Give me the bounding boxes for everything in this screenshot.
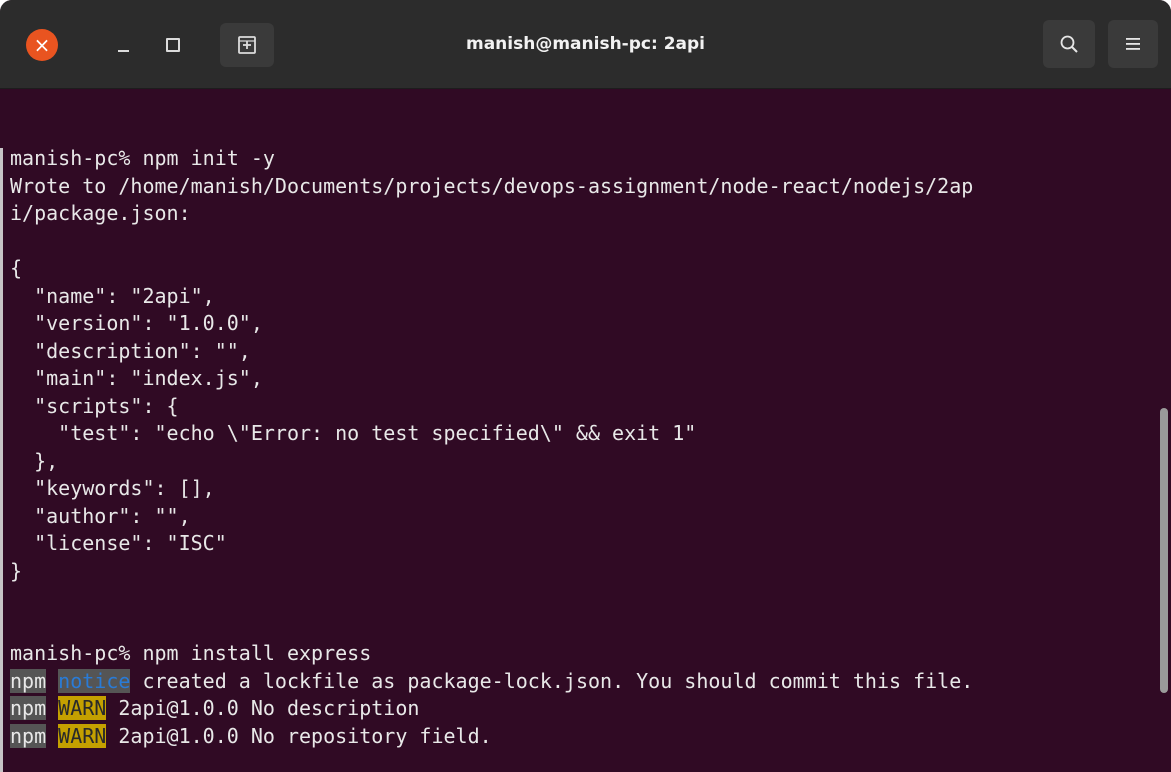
scrollbar-thumb[interactable] [1160, 408, 1168, 693]
search-button[interactable] [1043, 20, 1095, 68]
menu-button[interactable] [1108, 20, 1158, 68]
terminal-line: manish-pc% npm install express [10, 641, 372, 665]
minimize-icon [118, 50, 129, 52]
npm-message: created a lockfile as package-lock.json.… [130, 668, 974, 693]
terminal-line: "license": "ISC" [10, 531, 227, 555]
maximize-button[interactable] [166, 38, 180, 52]
npm-warn-line: npm WARN 2api@1.0.0 No repository field. [10, 723, 492, 748]
terminal-line: "description": "", [10, 338, 251, 363]
terminal-line: Wrote to /home/manish/Documents/projects… [10, 173, 974, 198]
terminal-line: "version": "1.0.0", [10, 311, 263, 335]
terminal-text: manish-pc% npm init -y Wrote to /home/ma… [0, 89, 1160, 750]
warn-tag: WARN [58, 696, 107, 720]
window-title: manish@manish-pc: 2api [466, 34, 705, 54]
terminal-line: { [10, 256, 23, 280]
terminal-line: "scripts": { [10, 393, 179, 418]
terminal-line: "main": "index.js", [10, 366, 263, 390]
terminal-line: } [10, 558, 23, 583]
npm-prefix: npm [10, 723, 47, 748]
terminal-line: i/package.json: [10, 201, 191, 225]
close-icon: × [33, 33, 51, 57]
minimize-button[interactable] [106, 28, 142, 64]
npm-message: 2api@1.0.0 No repository field. [106, 723, 492, 748]
npm-notice-line: npm notice created a lockfile as package… [10, 668, 974, 693]
terminal-line: }, [10, 448, 59, 473]
npm-prefix: npm [10, 668, 47, 693]
hamburger-menu-icon [1126, 38, 1140, 50]
new-tab-button[interactable] [220, 23, 274, 67]
window-edge [0, 148, 3, 772]
terminal-output[interactable]: manish-pc% npm init -y Wrote to /home/ma… [0, 89, 1160, 772]
notice-tag: notice [58, 668, 131, 693]
warn-tag: WARN [58, 723, 107, 748]
npm-warn-line: npm WARN 2api@1.0.0 No description [10, 696, 419, 720]
terminal-line: "keywords": [], [10, 476, 215, 500]
terminal-line: manish-pc% npm init -y [10, 146, 275, 170]
terminal-line: "name": "2api", [10, 283, 215, 308]
npm-message: 2api@1.0.0 No description [106, 696, 420, 720]
npm-prefix: npm [10, 696, 47, 720]
terminal-window: × manish@manish-pc: 2api manish-pc% npm … [0, 0, 1171, 772]
search-icon [1060, 35, 1078, 53]
terminal-line: "author": "", [10, 503, 191, 528]
close-button[interactable]: × [26, 29, 58, 61]
title-bar[interactable]: × manish@manish-pc: 2api [0, 0, 1171, 89]
terminal-line: "test": "echo \"Error: no test specified… [10, 421, 697, 445]
new-tab-icon [238, 36, 256, 54]
